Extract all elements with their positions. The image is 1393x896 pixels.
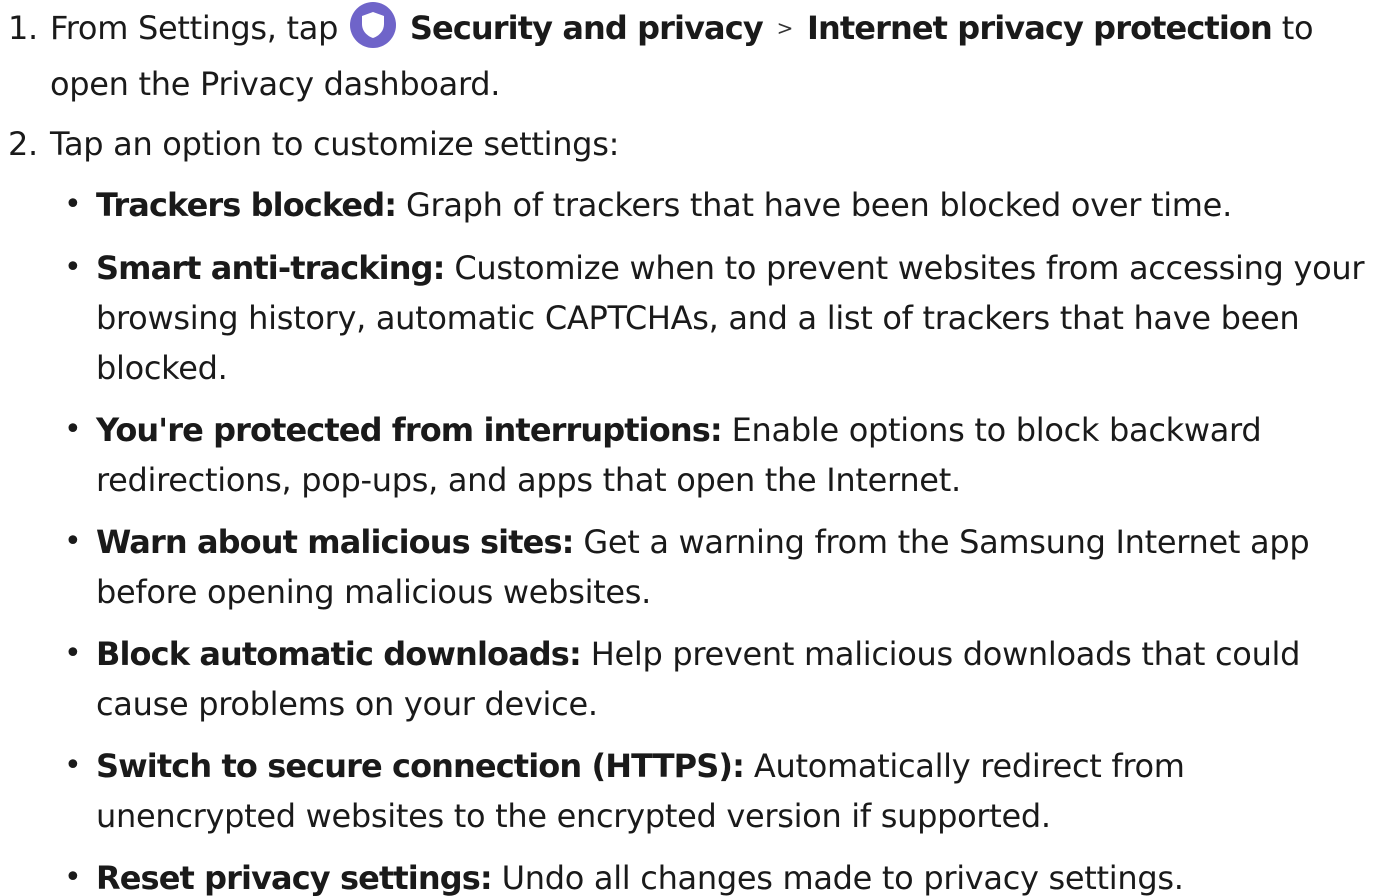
- bullet-icon: •: [64, 187, 82, 222]
- step-text: Tap an option to customize settings:: [50, 125, 620, 163]
- bullet-icon: •: [64, 412, 82, 447]
- list-item-text: Reset privacy settings: Undo all changes…: [96, 853, 1373, 896]
- security-and-privacy-link: Security and privacy: [409, 9, 764, 47]
- bullet-icon: •: [64, 524, 82, 559]
- list-item-text: Block automatic downloads: Help prevent …: [96, 629, 1373, 729]
- option-term: Trackers blocked:: [96, 186, 397, 224]
- step-text: From Settings, tap Security and privacy …: [50, 2, 1385, 110]
- list-item-text: Switch to secure connection (HTTPS): Aut…: [96, 741, 1373, 841]
- option-term: Block automatic downloads:: [96, 635, 582, 673]
- option-term: You're protected from interruptions:: [96, 411, 723, 449]
- breadcrumb-separator: >: [776, 16, 794, 40]
- step-prefix: From Settings, tap: [50, 9, 339, 47]
- step-number: 1.: [8, 9, 38, 47]
- instructions-page: 1. From Settings, tap Security and priva…: [0, 0, 1393, 896]
- bullet-icon: •: [64, 636, 82, 671]
- list-item-text: You're protected from interruptions: Ena…: [96, 405, 1373, 505]
- list-item-text: Trackers blocked: Graph of trackers that…: [96, 180, 1373, 230]
- step-suffix-continued: the Privacy dashboard.: [138, 65, 501, 103]
- option-description: Graph of trackers that have been blocked…: [405, 186, 1232, 224]
- step-number: 2.: [8, 125, 38, 163]
- list-item-text: Smart anti-tracking: Customize when to p…: [96, 243, 1373, 393]
- bullet-icon: •: [64, 748, 82, 783]
- option-term: Switch to secure connection (HTTPS):: [96, 747, 745, 785]
- bullet-icon: •: [64, 250, 82, 285]
- shield-icon: [350, 2, 396, 48]
- bullet-icon: •: [64, 860, 82, 895]
- internet-privacy-protection-link: Internet privacy protection: [807, 9, 1273, 47]
- option-description: Undo all changes made to privacy setting…: [501, 859, 1184, 896]
- option-term: Smart anti-tracking:: [96, 249, 445, 287]
- list-item-text: Warn about malicious sites: Get a warnin…: [96, 517, 1373, 617]
- option-term: Warn about malicious sites:: [96, 523, 574, 561]
- option-term: Reset privacy settings:: [96, 859, 493, 896]
